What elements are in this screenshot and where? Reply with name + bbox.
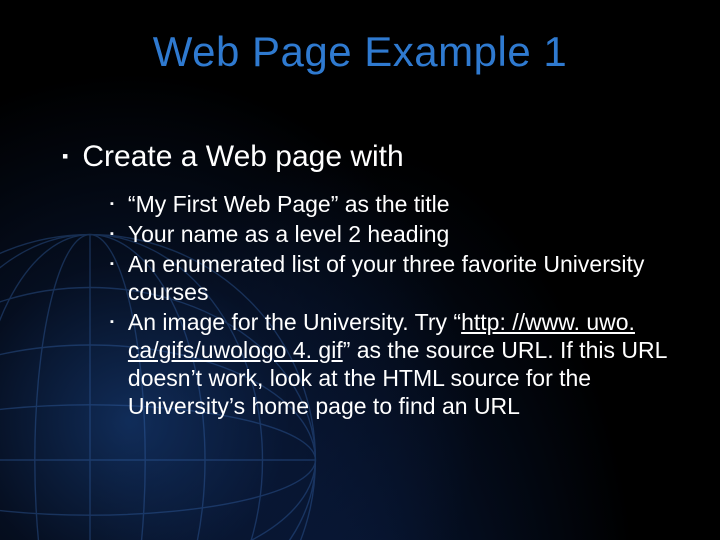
level2-text: An image for the University. Try “http: … [128, 308, 680, 420]
level1-text: Create a Web page with [82, 140, 403, 174]
slide-title: Web Page Example 1 [0, 28, 720, 76]
square-bullet-icon: ▪ [110, 250, 114, 278]
level2-text: An enumerated list of your three favorit… [128, 250, 680, 306]
list-level2-item: ▪ “My First Web Page” as the title [110, 190, 680, 218]
square-bullet-icon: ▪ [110, 220, 114, 248]
list-level2: ▪ “My First Web Page” as the title ▪ You… [110, 190, 680, 420]
square-bullet-icon: ▪ [110, 308, 114, 336]
square-bullet-icon: ▪ [110, 190, 114, 218]
slide: Web Page Example 1 ▪ Create a Web page w… [0, 0, 720, 540]
level2-text: “My First Web Page” as the title [128, 190, 450, 218]
list-level2-item: ▪ An image for the University. Try “http… [110, 308, 680, 420]
list-level1-item: ▪ Create a Web page with [62, 140, 680, 174]
level2-text-prefix: An image for the University. Try “ [128, 309, 461, 335]
list-level2-item: ▪ An enumerated list of your three favor… [110, 250, 680, 306]
square-bullet-icon: ▪ [62, 140, 68, 172]
level2-text: Your name as a level 2 heading [128, 220, 449, 248]
slide-body: ▪ Create a Web page with ▪ “My First Web… [62, 140, 680, 422]
list-level2-item: ▪ Your name as a level 2 heading [110, 220, 680, 248]
